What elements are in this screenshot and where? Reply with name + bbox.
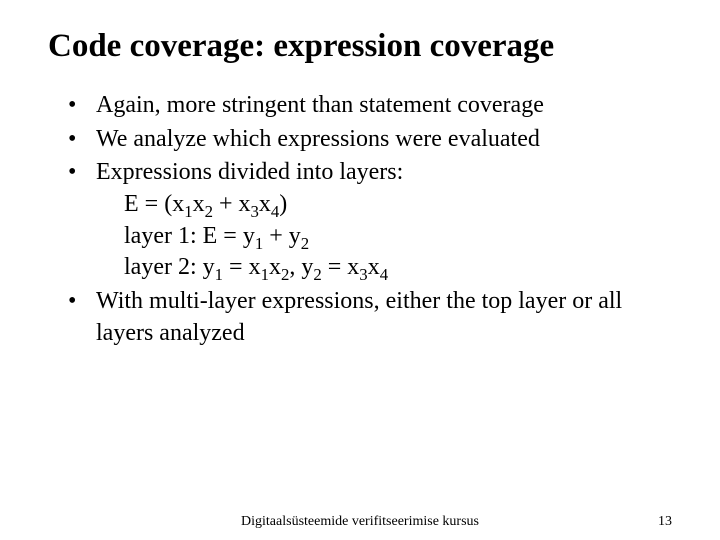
expr-text: layer 2: y: [124, 254, 215, 280]
expr-text: layer 1: E = y: [124, 223, 255, 249]
expr-text: ): [279, 191, 287, 217]
subscript: 2: [313, 265, 321, 284]
subscript: 1: [215, 265, 223, 284]
expression-line: layer 1: E = y1 + y2: [96, 221, 672, 253]
bullet-item: With multi-layer expressions, either the…: [68, 286, 672, 349]
subscript: 3: [359, 265, 367, 284]
slide: Code coverage: expression coverage Again…: [0, 0, 720, 540]
bullet-text: Expressions divided into layers:: [96, 159, 403, 185]
expr-text: x: [259, 191, 271, 217]
bullet-item: We analyze which expressions were evalua…: [68, 124, 672, 156]
expr-text: + y: [263, 223, 301, 249]
bullet-item: Expressions divided into layers: E = (x1…: [68, 157, 672, 284]
bullet-item: Again, more stringent than statement cov…: [68, 90, 672, 122]
subscript: 2: [205, 202, 213, 221]
expr-text: = x: [322, 254, 360, 280]
expr-text: E = (x: [124, 191, 184, 217]
expr-text: , y: [289, 254, 313, 280]
subscript: 1: [261, 265, 269, 284]
subscript: 3: [251, 202, 259, 221]
expr-text: + x: [213, 191, 251, 217]
subscript: 1: [255, 233, 263, 252]
bullet-list: Again, more stringent than statement cov…: [68, 90, 672, 349]
footer-course-name: Digitaalsüsteemide verifitseerimise kurs…: [241, 514, 479, 530]
expr-text: x: [368, 254, 380, 280]
expr-text: x: [269, 254, 281, 280]
subscript: 1: [184, 202, 192, 221]
expr-text: x: [193, 191, 205, 217]
page-number: 13: [658, 514, 672, 530]
slide-title: Code coverage: expression coverage: [48, 28, 672, 66]
subscript: 2: [301, 233, 309, 252]
expr-text: = x: [223, 254, 261, 280]
expression-line: layer 2: y1 = x1x2, y2 = x3x4: [96, 252, 672, 284]
subscript: 4: [380, 265, 388, 284]
expression-line: E = (x1x2 + x3x4): [96, 189, 672, 221]
